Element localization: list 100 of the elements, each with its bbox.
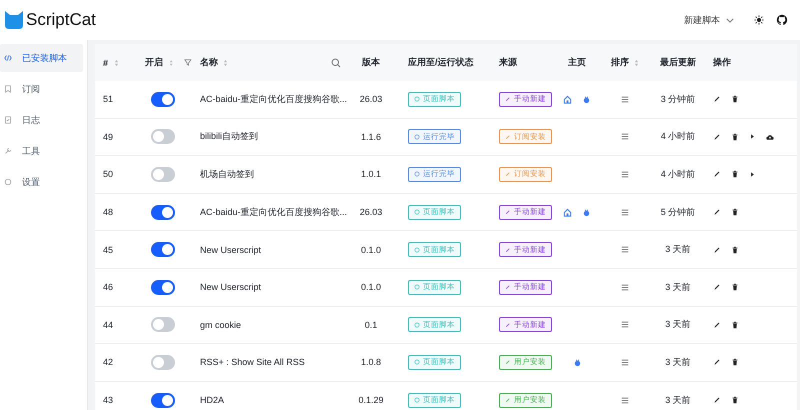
home-icon[interactable] xyxy=(563,94,572,104)
document-icon xyxy=(4,116,12,124)
updated-time: 5 分钟前 xyxy=(660,206,696,219)
toggle-switch[interactable] xyxy=(151,280,175,295)
updated-time: 3 天前 xyxy=(665,356,691,369)
pen-icon xyxy=(505,397,511,404)
bug-icon[interactable] xyxy=(572,358,582,367)
script-id: 45 xyxy=(103,244,114,255)
toggle-switch[interactable] xyxy=(151,242,175,258)
pencil-icon[interactable] xyxy=(713,170,721,178)
sun-icon[interactable] xyxy=(754,15,764,25)
sidebar-item[interactable]: 订阅 xyxy=(0,75,83,103)
column-header[interactable]: # xyxy=(103,58,108,68)
search-icon[interactable] xyxy=(331,58,341,68)
toggle-switch[interactable] xyxy=(151,317,175,332)
sidebar-item[interactable]: 工具 xyxy=(0,137,83,165)
pencil-icon[interactable] xyxy=(713,246,721,254)
updated-time: 3 分钟前 xyxy=(660,92,696,106)
toggle-switch[interactable] xyxy=(151,92,175,107)
trash-icon[interactable] xyxy=(731,208,739,216)
filter-icon[interactable] xyxy=(184,58,192,67)
pencil-icon[interactable] xyxy=(713,95,721,104)
script-id: 51 xyxy=(103,94,114,104)
column-header[interactable]: 名称 xyxy=(200,56,218,69)
column-header[interactable]: 最后更新 xyxy=(660,56,696,69)
script-name: 机场自动签到 xyxy=(200,168,254,181)
trash-icon[interactable] xyxy=(731,283,739,292)
pencil-icon[interactable] xyxy=(713,208,721,216)
script-name: gm cookie xyxy=(200,320,242,330)
trash-icon[interactable] xyxy=(731,246,739,254)
pencil-icon[interactable] xyxy=(713,358,721,366)
pen-icon xyxy=(505,96,511,102)
trash-icon[interactable] xyxy=(731,95,739,104)
script-version: 0.1.29 xyxy=(358,395,384,406)
column-header[interactable]: 主页 xyxy=(568,56,586,69)
cloud-upload-icon[interactable] xyxy=(766,132,774,141)
script-name: HD2A xyxy=(200,395,224,406)
script-name: bilibili自动签到 xyxy=(200,130,258,144)
play-icon[interactable] xyxy=(749,170,756,178)
script-id: 44 xyxy=(103,320,114,330)
column-header[interactable]: 排序 xyxy=(611,56,629,69)
updated-time: 4 小时前 xyxy=(660,168,696,181)
bug-icon[interactable] xyxy=(582,208,591,217)
trash-icon[interactable] xyxy=(731,170,739,178)
toggle-switch[interactable] xyxy=(151,392,175,408)
pen-icon xyxy=(505,246,511,253)
pencil-icon[interactable] xyxy=(713,283,721,292)
trash-icon[interactable] xyxy=(731,320,739,329)
script-name: AC-baidu-重定向优化百度搜狗谷歌... xyxy=(200,206,348,219)
drag-handle-icon[interactable] xyxy=(621,170,629,178)
drag-handle-icon[interactable] xyxy=(621,208,629,216)
pen-icon xyxy=(505,284,511,290)
script-id: 42 xyxy=(103,357,114,368)
new-script-dropdown[interactable]: 新建脚本 xyxy=(680,12,738,28)
bug-icon[interactable] xyxy=(582,94,591,104)
drag-handle-icon[interactable] xyxy=(621,321,629,328)
column-header[interactable]: 版本 xyxy=(362,56,380,69)
script-id: 46 xyxy=(103,282,114,292)
pencil-icon[interactable] xyxy=(713,396,721,404)
sidebar-item[interactable]: 日志 xyxy=(0,106,83,134)
column-header[interactable]: 操作 xyxy=(713,56,731,69)
script-version: 0.1 xyxy=(364,320,378,330)
github-icon[interactable] xyxy=(776,14,788,26)
column-header[interactable]: 来源 xyxy=(499,56,517,69)
drag-handle-icon[interactable] xyxy=(621,96,629,103)
updated-time: 3 天前 xyxy=(665,280,691,294)
toggle-switch[interactable] xyxy=(151,166,175,182)
drag-handle-icon[interactable] xyxy=(621,133,629,140)
drag-handle-icon[interactable] xyxy=(621,246,629,254)
pen-icon xyxy=(505,209,511,216)
column-header[interactable]: 开启 xyxy=(145,56,163,69)
trash-icon[interactable] xyxy=(731,396,739,404)
column-header[interactable]: 应用至/运行状态 xyxy=(408,56,474,69)
updated-time: 4 小时前 xyxy=(660,130,696,144)
drag-handle-icon[interactable] xyxy=(621,284,629,291)
pen-icon xyxy=(505,171,511,178)
updated-time: 3 天前 xyxy=(665,243,691,256)
script-version: 1.0.8 xyxy=(360,357,382,368)
drag-handle-icon[interactable] xyxy=(621,358,629,366)
toggle-switch[interactable] xyxy=(151,204,175,220)
script-version: 1.0.1 xyxy=(360,169,382,180)
trash-icon[interactable] xyxy=(731,132,739,141)
pencil-icon[interactable] xyxy=(713,320,721,329)
sidebar-item[interactable]: 设置 xyxy=(0,168,83,196)
chevron-down-icon xyxy=(726,18,734,22)
drag-handle-icon[interactable] xyxy=(621,396,629,404)
pen-icon xyxy=(505,322,511,328)
trash-icon[interactable] xyxy=(731,358,739,366)
pen-icon xyxy=(505,134,511,140)
updated-time: 3 天前 xyxy=(665,394,691,407)
play-icon[interactable] xyxy=(749,133,756,140)
script-version: 1.1.6 xyxy=(360,132,382,142)
sidebar-item[interactable]: 已安装脚本 xyxy=(0,44,83,72)
pencil-icon[interactable] xyxy=(713,132,721,141)
script-version: 26.03 xyxy=(360,207,382,218)
home-icon[interactable] xyxy=(563,208,572,217)
toggle-switch[interactable] xyxy=(151,129,175,144)
toggle-switch[interactable] xyxy=(151,354,175,370)
script-id: 49 xyxy=(103,132,114,142)
cat-logo-icon xyxy=(4,10,24,30)
